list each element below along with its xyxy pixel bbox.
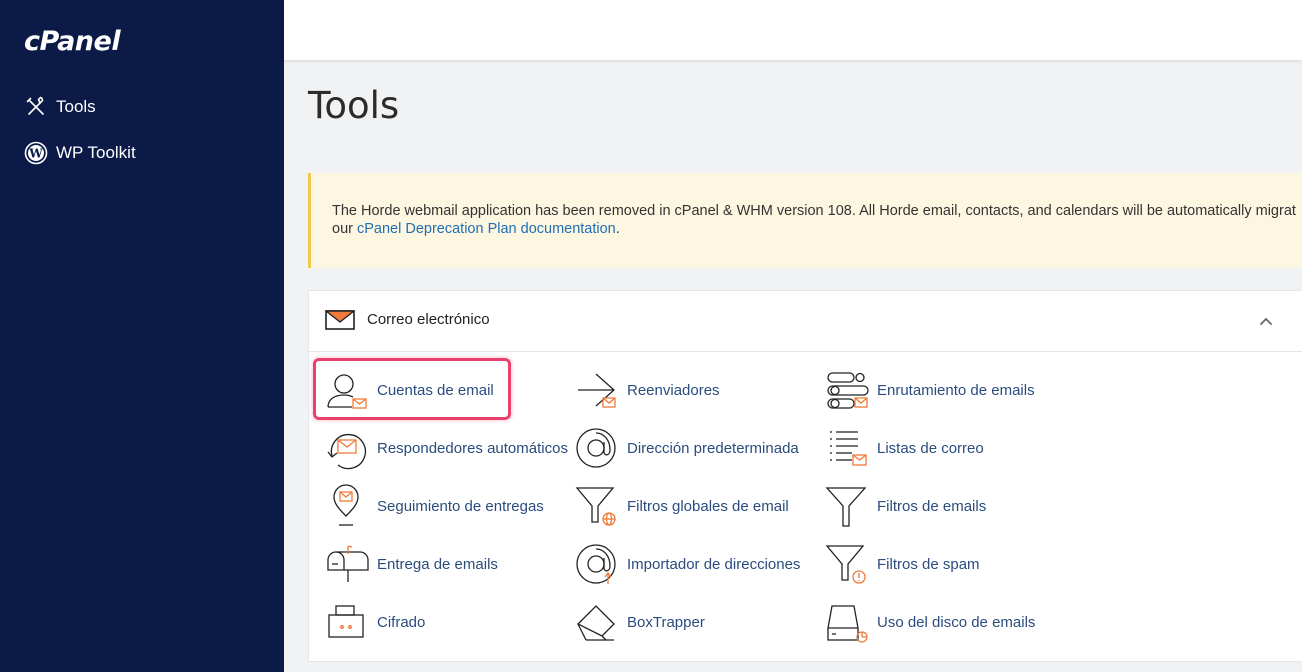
- email-filters-icon: [825, 487, 867, 527]
- tool-label: Enrutamiento de emails: [877, 381, 1035, 399]
- default-address-icon: [576, 428, 616, 468]
- notice-message: The Horde webmail application has been r…: [332, 203, 1296, 219]
- tool-label: Seguimiento de entregas: [377, 497, 544, 515]
- tool-forwarders[interactable]: Reenviadores: [572, 368, 720, 412]
- forwarders-icon: [578, 373, 616, 408]
- tool-label: Entrega de emails: [377, 555, 498, 573]
- tool-label: Dirección predeterminada: [627, 439, 799, 457]
- email-section-title: Correo electrónico: [367, 311, 490, 328]
- tool-label: Reenviadores: [627, 381, 720, 399]
- sidebar-item-label: Tools: [56, 97, 96, 116]
- email-deliverability-icon: [327, 545, 369, 582]
- wordpress-icon: W: [24, 141, 48, 165]
- tool-label: Listas de correo: [877, 439, 984, 457]
- tool-label: BoxTrapper: [627, 613, 705, 631]
- address-importer-icon: [576, 544, 616, 584]
- tool-default-address[interactable]: Dirección predeterminada: [572, 426, 799, 470]
- tool-spam-filters[interactable]: Filtros de spam: [822, 542, 980, 586]
- deprecation-plan-link[interactable]: cPanel Deprecation Plan documentation: [357, 221, 616, 237]
- tool-label: Importador de direcciones: [627, 555, 801, 573]
- email-section-header[interactable]: Correo electrónico: [309, 291, 1302, 352]
- mailing-lists-icon: [830, 431, 867, 466]
- page-title: Tools: [308, 84, 400, 127]
- tool-label: Filtros globales de email: [627, 497, 789, 515]
- tool-encryption[interactable]: Cifrado: [322, 600, 425, 644]
- sidebar-item-label: WP Toolkit: [56, 143, 136, 162]
- tool-mailing-lists[interactable]: Listas de correo: [822, 426, 984, 470]
- spam-filters-icon: [825, 545, 866, 584]
- tool-global-email-filters[interactable]: Filtros globales de email: [572, 484, 789, 528]
- envelope-icon: [325, 309, 355, 336]
- tool-track-delivery[interactable]: Seguimiento de entregas: [322, 484, 544, 528]
- notice-prefix: our: [332, 221, 357, 237]
- svg-text:W: W: [28, 147, 43, 161]
- notice-suffix: .: [615, 221, 620, 237]
- notice-text: The Horde webmail application has been r…: [332, 202, 1302, 238]
- encryption-icon: [328, 605, 364, 638]
- sidebar-item-wp-toolkit[interactable]: W WP Toolkit: [24, 139, 136, 167]
- tool-email-deliverability[interactable]: Entrega de emails: [322, 542, 498, 586]
- sidebar: cPanel Tools W WP Toolkit: [0, 0, 284, 672]
- tool-label: Uso del disco de emails: [877, 613, 1036, 631]
- top-bar: [284, 0, 1302, 60]
- highlight-box: [313, 358, 511, 420]
- tool-email-filters[interactable]: Filtros de emails: [822, 484, 986, 528]
- tool-address-importer[interactable]: Importador de direcciones: [572, 542, 800, 586]
- sidebar-item-tools[interactable]: Tools: [24, 93, 96, 121]
- tool-email-routing[interactable]: Enrutamiento de emails: [822, 368, 1035, 412]
- email-disk-usage-icon: [827, 605, 868, 643]
- cpanel-logo[interactable]: cPanel: [24, 26, 121, 57]
- tool-label: Cifrado: [377, 613, 426, 631]
- email-section-panel: Correo electrónico: [308, 290, 1302, 662]
- boxtrapper-icon: [576, 605, 615, 641]
- tool-autoresponders[interactable]: Respondedores automáticos: [322, 426, 568, 470]
- deprecation-notice: The Horde webmail application has been r…: [308, 173, 1302, 268]
- chevron-up-icon[interactable]: [1258, 313, 1274, 329]
- tool-email-disk-usage[interactable]: Uso del disco de emails: [822, 600, 1035, 644]
- tool-label: Filtros de emails: [877, 497, 987, 515]
- autoresponders-icon: [327, 433, 367, 470]
- track-delivery-icon: [333, 484, 359, 526]
- tool-label: Filtros de spam: [877, 555, 980, 573]
- tool-boxtrapper[interactable]: BoxTrapper: [572, 600, 705, 644]
- email-routing-icon: [827, 372, 869, 409]
- global-email-filters-icon: [575, 487, 616, 526]
- tool-label: Respondedores automáticos: [377, 439, 568, 457]
- tools-icon: [24, 95, 48, 119]
